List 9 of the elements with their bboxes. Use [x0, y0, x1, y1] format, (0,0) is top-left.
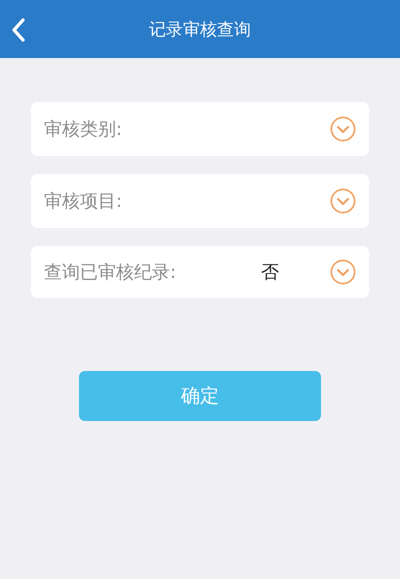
- dropdown-chevron-icon: [330, 188, 356, 214]
- dropdown-chevron-icon: [330, 116, 356, 142]
- dropdown-field[interactable]: 查询已审核纪录: 否: [31, 246, 369, 298]
- dropdown-field[interactable]: 审核类别:: [31, 102, 369, 156]
- back-icon[interactable]: [11, 18, 25, 42]
- confirm-button[interactable]: 确定: [79, 371, 321, 421]
- dropdown-chevron-icon: [330, 259, 356, 285]
- dropdown-field[interactable]: 审核项目:: [31, 174, 369, 228]
- page-title: 记录审核查询: [149, 18, 251, 40]
